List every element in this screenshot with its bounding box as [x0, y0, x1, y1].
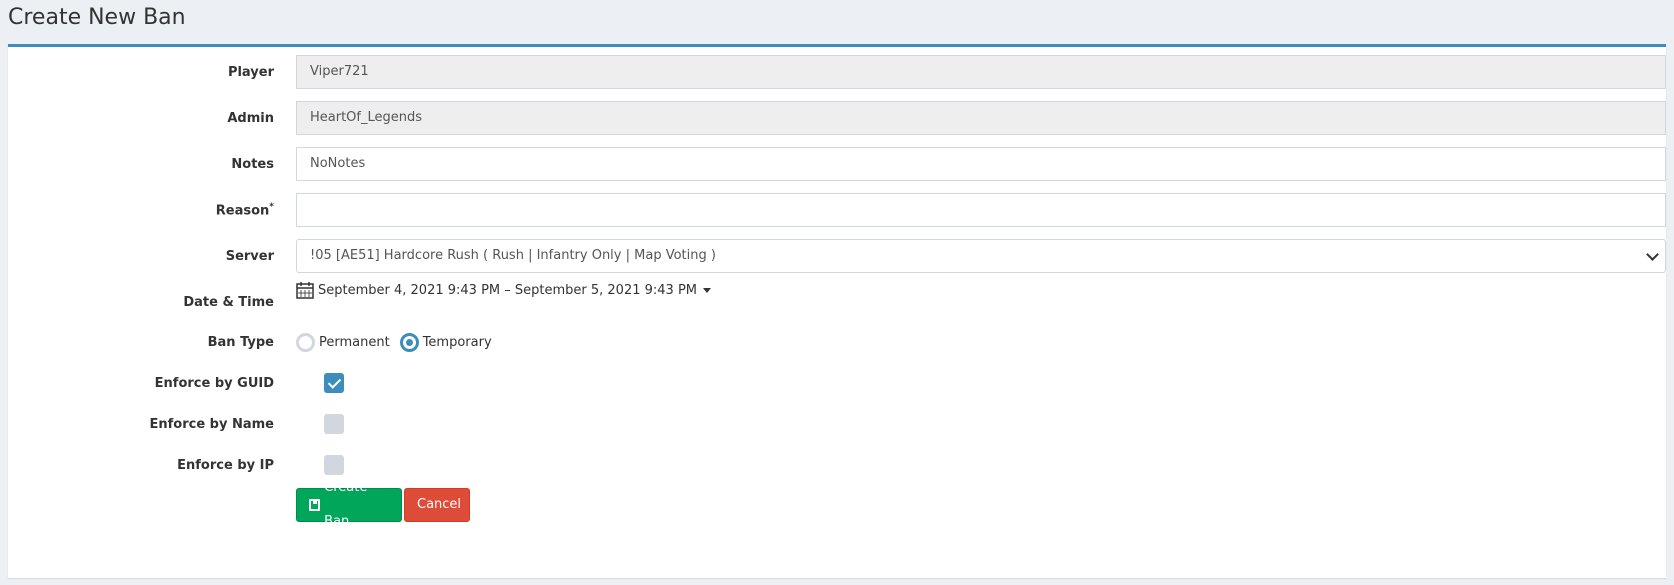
cancel-button[interactable]: Cancel — [404, 488, 470, 522]
server-selected-value: !05 [AE51] Hardcore Rush ( Rush | Infant… — [310, 248, 716, 263]
radio-permanent-label[interactable]: Permanent — [319, 335, 390, 350]
admin-input[interactable]: HeartOf_Legends — [296, 101, 1666, 135]
enforce-name-checkbox[interactable] — [324, 414, 344, 434]
required-mark: * — [269, 201, 274, 212]
radio-permanent[interactable] — [296, 332, 315, 352]
save-icon — [309, 499, 321, 511]
notes-row: Notes NoNotes — [8, 147, 1666, 181]
cancel-label: Cancel — [417, 497, 462, 512]
daterange-value: September 4, 2021 9:43 PM – September 5,… — [318, 282, 698, 298]
chevron-down-icon — [1646, 247, 1659, 261]
server-select[interactable]: !05 [AE51] Hardcore Rush ( Rush | Infant… — [296, 239, 1666, 273]
radio-temporary[interactable] — [399, 332, 419, 352]
caret-down-icon — [703, 287, 712, 293]
datetime-row: Date & Time September 4, 2021 9:43 PM – … — [8, 282, 1666, 319]
reason-row: Reason* — [8, 193, 1666, 227]
enforce-guid-checkbox[interactable] — [324, 373, 344, 393]
reason-label: Reason* — [215, 201, 274, 219]
server-label: Server — [225, 248, 274, 264]
enforce-ip-label: Enforce by IP — [177, 457, 274, 473]
enforce-ip-row: Enforce by IP — [8, 448, 1666, 482]
create-ban-button[interactable]: Create Ban — [296, 480, 402, 529]
player-input[interactable]: Viper721 — [296, 55, 1666, 89]
admin-label: Admin — [227, 110, 274, 126]
admin-row: Admin HeartOf_Legends — [8, 101, 1666, 135]
radio-temporary-label[interactable]: Temporary — [423, 335, 492, 350]
ban-type-radio-group: Permanent Temporary — [296, 332, 502, 352]
notes-input[interactable]: NoNotes — [296, 147, 1666, 181]
player-row: Player Viper721 — [8, 55, 1666, 89]
notes-label: Notes — [231, 156, 274, 172]
enforce-guid-row: Enforce by GUID — [8, 366, 1666, 400]
enforce-name-label: Enforce by Name — [149, 416, 274, 432]
reason-input[interactable] — [296, 193, 1666, 227]
calendar-icon — [296, 282, 314, 299]
page-title: Create New Ban — [8, 5, 186, 30]
ban-type-row: Ban Type Permanent Temporary — [8, 325, 1666, 359]
server-row: Server !05 [AE51] Hardcore Rush ( Rush |… — [8, 239, 1666, 273]
ban-type-label: Ban Type — [207, 334, 274, 350]
datetime-label: Date & Time — [183, 294, 274, 310]
create-ban-label: Create Ban — [324, 480, 368, 529]
daterange-picker[interactable]: September 4, 2021 9:43 PM – September 5,… — [296, 281, 712, 299]
enforce-name-row: Enforce by Name — [8, 407, 1666, 441]
player-label: Player — [227, 64, 274, 80]
enforce-guid-label: Enforce by GUID — [154, 375, 274, 391]
ban-form-box: Player Viper721 Admin HeartOf_Legends No… — [8, 44, 1666, 578]
